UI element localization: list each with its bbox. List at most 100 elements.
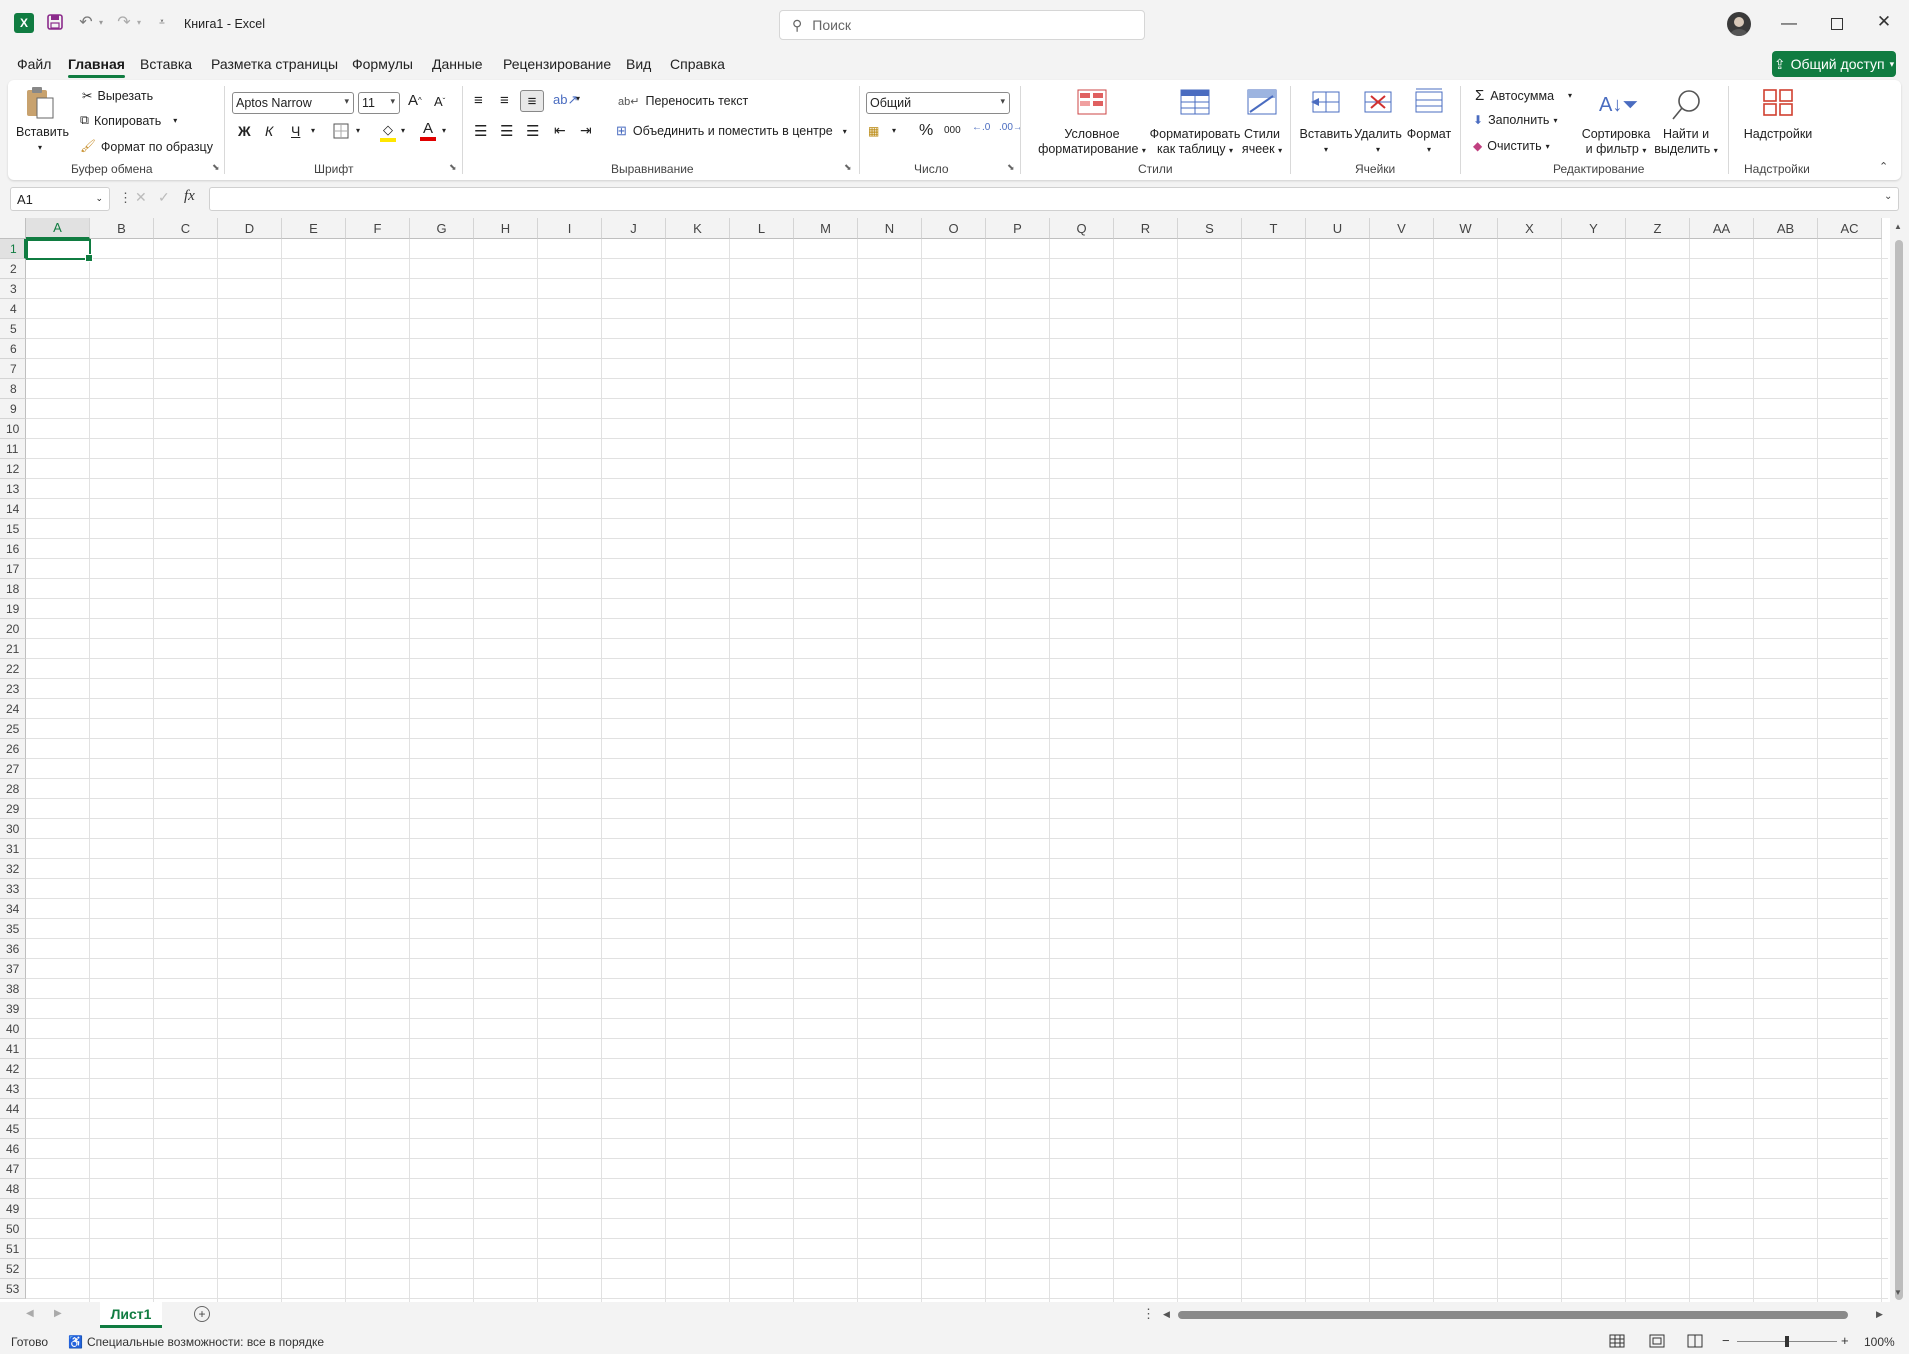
redo-icon[interactable]: ↷	[114, 12, 134, 32]
row-header[interactable]: 25	[0, 719, 26, 739]
row-header[interactable]: 12	[0, 459, 26, 479]
column-header[interactable]: N	[858, 218, 922, 239]
row-header[interactable]: 33	[0, 879, 26, 899]
more-options-icon[interactable]: ⋮	[119, 190, 132, 206]
row-header[interactable]: 20	[0, 619, 26, 639]
align-right-icon[interactable]: ☰	[526, 122, 539, 140]
row-header[interactable]: 40	[0, 1019, 26, 1039]
row-header[interactable]: 51	[0, 1239, 26, 1259]
row-header[interactable]: 36	[0, 939, 26, 959]
scroll-right-icon[interactable]: ▶	[1876, 1309, 1883, 1320]
column-header[interactable]: T	[1242, 218, 1306, 239]
redo-dropdown-icon[interactable]: ▾	[134, 14, 144, 30]
avatar[interactable]	[1727, 12, 1751, 36]
chevron-down-icon[interactable]: ▾	[311, 126, 315, 135]
column-header[interactable]: E	[282, 218, 346, 239]
row-header[interactable]: 17	[0, 559, 26, 579]
find-select-button[interactable]: Найти и выделить ▾	[1652, 88, 1720, 158]
column-header[interactable]: O	[922, 218, 986, 239]
column-header[interactable]: J	[602, 218, 666, 239]
decrease-font-icon[interactable]: Aˇ	[434, 94, 445, 109]
row-header[interactable]: 18	[0, 579, 26, 599]
chevron-down-icon[interactable]: ▾	[356, 126, 360, 135]
column-header[interactable]: L	[730, 218, 794, 239]
row-header[interactable]: 24	[0, 699, 26, 719]
confirm-entry-icon[interactable]: ✓	[158, 189, 170, 206]
tab-review[interactable]: Рецензирование	[503, 56, 611, 72]
underline-button[interactable]: Ч	[291, 123, 300, 139]
column-header[interactable]: S	[1178, 218, 1242, 239]
accessibility-status[interactable]: ♿ Специальные возможности: все в порядке	[68, 1335, 324, 1349]
addins-button[interactable]: Надстройки	[1738, 88, 1818, 142]
worksheet-grid[interactable]: A B C D E F G H I J K L M N O P Q R S T U V W X Y Z AA AB AC 1 2 3 4 5 6 7 8…	[0, 218, 1892, 1302]
conditional-formatting-button[interactable]: Условное форматирование ▾	[1030, 88, 1154, 158]
insert-function-button[interactable]: fx	[184, 188, 195, 205]
row-header[interactable]: 5	[0, 319, 26, 339]
row-header[interactable]: 44	[0, 1099, 26, 1119]
autosum-button[interactable]: Σ Автосумма ▾	[1475, 87, 1572, 104]
row-header[interactable]: 38	[0, 979, 26, 999]
font-name-select[interactable]: Aptos Narrow ▾	[232, 92, 354, 114]
row-header[interactable]: 41	[0, 1039, 26, 1059]
bold-button[interactable]: Ж	[238, 123, 251, 139]
zoom-in-icon[interactable]: +	[1841, 1333, 1849, 1348]
formula-input[interactable]	[209, 187, 1899, 211]
select-all-corner[interactable]	[0, 218, 26, 239]
percent-button[interactable]: %	[919, 122, 933, 140]
format-painter-button[interactable]: 🖌 Формат по образцу	[80, 139, 213, 154]
vertical-scroll-thumb[interactable]	[1895, 240, 1903, 1300]
align-middle-icon[interactable]: ≡	[500, 92, 509, 109]
chevron-down-icon[interactable]: ▾	[576, 94, 580, 103]
dialog-launcher-icon[interactable]: ⬊	[449, 162, 457, 173]
currency-icon[interactable]: ▦	[868, 124, 879, 138]
dialog-launcher-icon[interactable]: ⬊	[844, 162, 852, 173]
row-header[interactable]: 13	[0, 479, 26, 499]
row-header[interactable]: 22	[0, 659, 26, 679]
scroll-down-icon[interactable]: ▼	[1894, 1288, 1902, 1297]
borders-icon[interactable]	[333, 123, 349, 139]
save-icon[interactable]	[46, 13, 64, 31]
format-cells-button[interactable]: Формат ▾	[1404, 88, 1454, 157]
row-header[interactable]: 47	[0, 1159, 26, 1179]
tab-data[interactable]: Данные	[432, 56, 483, 72]
row-header[interactable]: 27	[0, 759, 26, 779]
column-header[interactable]: H	[474, 218, 538, 239]
row-header[interactable]: 30	[0, 819, 26, 839]
row-header[interactable]: 19	[0, 599, 26, 619]
merge-center-button[interactable]: ⊞ Объединить и поместить в центре ▾	[616, 123, 847, 139]
column-header[interactable]: C	[154, 218, 218, 239]
row-header[interactable]: 7	[0, 359, 26, 379]
thousands-button[interactable]: 000	[944, 125, 961, 136]
cancel-entry-icon[interactable]: ✕	[135, 189, 147, 206]
increase-decimal-icon[interactable]: ←.0	[972, 122, 990, 133]
scroll-up-icon[interactable]: ▲	[1894, 222, 1902, 231]
column-header[interactable]: X	[1498, 218, 1562, 239]
row-header[interactable]: 15	[0, 519, 26, 539]
dialog-launcher-icon[interactable]: ⬊	[212, 162, 220, 173]
name-box[interactable]: A1 ⌄	[10, 187, 110, 211]
wrap-text-button[interactable]: ab↵ Переносить текст	[618, 94, 748, 108]
column-header[interactable]: D	[218, 218, 282, 239]
tab-split-handle[interactable]: ⋮	[1142, 1306, 1155, 1322]
row-header[interactable]: 43	[0, 1079, 26, 1099]
column-header[interactable]: Y	[1562, 218, 1626, 239]
chevron-down-icon[interactable]: ▾	[442, 126, 446, 135]
row-header[interactable]: 29	[0, 799, 26, 819]
column-header[interactable]: M	[794, 218, 858, 239]
expand-formula-bar-icon[interactable]: ⌄	[1884, 191, 1892, 202]
horizontal-scroll-thumb[interactable]	[1178, 1311, 1848, 1319]
column-header[interactable]: AC	[1818, 218, 1882, 239]
column-header[interactable]: W	[1434, 218, 1498, 239]
row-header[interactable]: 49	[0, 1199, 26, 1219]
close-icon[interactable]: ✕	[1874, 12, 1894, 32]
vertical-scrollbar[interactable]: ▲ ▼	[1890, 218, 1909, 1302]
next-sheet-icon[interactable]: ▶	[54, 1308, 62, 1319]
tab-view[interactable]: Вид	[626, 56, 651, 72]
zoom-slider-thumb[interactable]	[1785, 1336, 1789, 1347]
row-header[interactable]: 6	[0, 339, 26, 359]
row-header[interactable]: 10	[0, 419, 26, 439]
normal-view-icon[interactable]	[1609, 1334, 1625, 1351]
cut-button[interactable]: ✂ Вырезать	[82, 88, 153, 104]
increase-font-icon[interactable]: A ^	[408, 92, 422, 109]
row-header[interactable]: 46	[0, 1139, 26, 1159]
